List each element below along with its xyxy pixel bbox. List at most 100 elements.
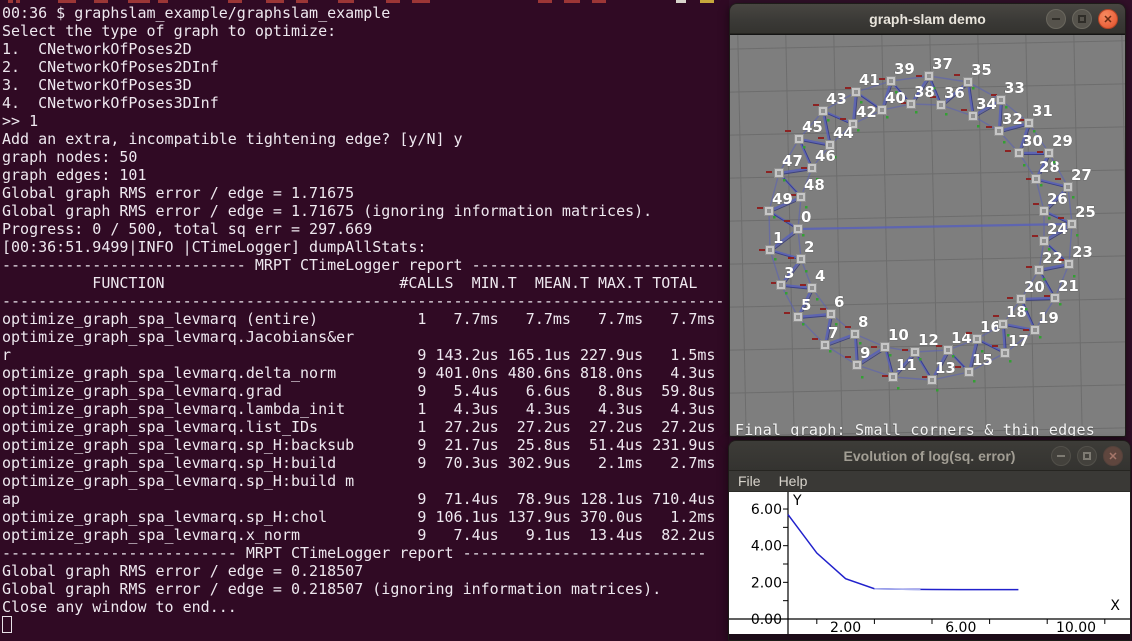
graph-node-label: 27 bbox=[1071, 166, 1092, 184]
graph-node-label: 25 bbox=[1075, 203, 1096, 221]
graph-node-label: 46 bbox=[815, 147, 836, 165]
x-tick-label: 2.00 bbox=[830, 620, 861, 634]
graph-node-label: 23 bbox=[1072, 243, 1093, 261]
terminal-partial-text-fragment bbox=[296, 0, 308, 3]
graph-node-label: 49 bbox=[772, 190, 793, 208]
graph-node-label: 20 bbox=[1024, 278, 1045, 296]
maximize-icon bbox=[1083, 452, 1091, 460]
graph-node-label: 34 bbox=[976, 95, 997, 113]
plot-window-controls bbox=[1051, 446, 1123, 466]
minimize-icon bbox=[1057, 455, 1065, 457]
graph-node-label: 21 bbox=[1058, 277, 1079, 295]
graph-node-label: 13 bbox=[935, 359, 956, 377]
graph-node-label: 42 bbox=[856, 103, 877, 121]
close-icon bbox=[1108, 447, 1117, 465]
graph-node-label: 11 bbox=[896, 356, 917, 374]
graph-node-label: 29 bbox=[1052, 132, 1073, 150]
terminal-partial-text-fragment bbox=[158, 0, 168, 3]
close-icon bbox=[1103, 10, 1112, 28]
terminal-partial-text-fragment bbox=[228, 0, 242, 3]
graph-node-label: 16 bbox=[980, 318, 1001, 336]
graph-node-label: 47 bbox=[782, 152, 803, 170]
graph-node-label: 30 bbox=[1022, 132, 1043, 150]
y-tick-label: 0.00 bbox=[751, 612, 782, 628]
graph-node-label: 35 bbox=[971, 61, 992, 79]
maximize-icon bbox=[1078, 15, 1086, 23]
graph-node-label: 31 bbox=[1032, 102, 1053, 120]
close-button[interactable] bbox=[1103, 446, 1123, 466]
terminal-partial-text-fragment bbox=[386, 0, 400, 3]
terminal-window[interactable]: 00:36 $ graphslam_example/graphslam_exam… bbox=[0, 0, 729, 641]
graph-node-label: 40 bbox=[885, 89, 906, 107]
graph-node-label: 37 bbox=[932, 55, 953, 73]
graph-node-label: 5 bbox=[801, 296, 811, 314]
graph-node-label: 36 bbox=[944, 84, 965, 102]
graph-node-label: 6 bbox=[834, 293, 844, 311]
graph-node-label: 48 bbox=[804, 176, 825, 194]
menu-help[interactable]: Help bbox=[779, 473, 808, 489]
graph-legend: Final graph: Small corners & thin edges … bbox=[735, 388, 1095, 437]
terminal-partial-text-fragment bbox=[94, 0, 108, 3]
graph-node-label: 9 bbox=[860, 344, 870, 362]
graph-node-label: 33 bbox=[1004, 79, 1025, 97]
plot-window: Evolution of log(sq. error) File Help 2.… bbox=[728, 440, 1131, 641]
plot-canvas[interactable]: 2.006.0010.000.002.004.006.00YX bbox=[729, 492, 1130, 634]
minimize-button[interactable] bbox=[1051, 446, 1071, 466]
graph-node-label: 12 bbox=[918, 331, 939, 349]
graph-node-label: 15 bbox=[972, 351, 993, 369]
minimize-button[interactable] bbox=[1046, 9, 1066, 29]
graph-node-label: 22 bbox=[1042, 249, 1063, 267]
terminal-partial-text-fragment bbox=[700, 0, 714, 3]
graph-node-label: 0 bbox=[801, 208, 811, 226]
graphslam-window-controls bbox=[1046, 9, 1118, 29]
terminal-partial-text-fragment bbox=[338, 0, 354, 3]
plot-menubar: File Help bbox=[729, 471, 1130, 492]
plot-titlebar[interactable]: Evolution of log(sq. error) bbox=[729, 441, 1130, 471]
graph-node-label: 28 bbox=[1039, 158, 1060, 176]
graph-node-label: 19 bbox=[1038, 309, 1059, 327]
menu-file[interactable]: File bbox=[738, 473, 761, 489]
graphslam-window-title: graph-slam demo bbox=[869, 11, 986, 27]
y-tick-label: 6.00 bbox=[751, 502, 782, 518]
close-button[interactable] bbox=[1098, 9, 1118, 29]
graph-node-label: 2 bbox=[804, 238, 814, 256]
terminal-partial-text-fragment bbox=[266, 0, 284, 3]
maximize-button[interactable] bbox=[1077, 446, 1097, 466]
graph-node-label: 1 bbox=[773, 229, 783, 247]
maximize-button[interactable] bbox=[1072, 9, 1092, 29]
graph-node-label: 3 bbox=[784, 264, 794, 282]
terminal-partial-text-fragment bbox=[564, 0, 580, 3]
terminal-partial-text-fragment bbox=[16, 0, 20, 3]
graphslam-window: graph-slam demo 012345678910111213141516… bbox=[729, 3, 1126, 437]
terminal-text: 00:36 $ graphslam_example/graphslam_exam… bbox=[2, 4, 724, 616]
terminal-partial-text-fragment bbox=[412, 0, 430, 3]
graph-node-label: 45 bbox=[802, 118, 823, 136]
x-tick-label: 10.00 bbox=[1056, 620, 1096, 634]
graph-node-label: 17 bbox=[1008, 332, 1029, 350]
plot-window-bottom-edge bbox=[729, 634, 1130, 640]
graph-node-label: 18 bbox=[1006, 303, 1027, 321]
error-plot: 2.006.0010.000.002.004.006.00YX bbox=[729, 492, 1131, 634]
terminal-cursor bbox=[2, 616, 12, 633]
graph-viewport[interactable]: 0123456789101112131415161718192021222324… bbox=[730, 34, 1125, 436]
graph-node-label: 24 bbox=[1047, 220, 1068, 238]
graph-node-label: 38 bbox=[914, 83, 935, 101]
graph-node-label: 8 bbox=[858, 313, 868, 331]
desktop: 00:36 $ graphslam_example/graphslam_exam… bbox=[0, 0, 1132, 641]
minimize-icon bbox=[1052, 18, 1060, 20]
terminal-partial-text-fragment bbox=[592, 0, 606, 3]
x-axis-label: X bbox=[1110, 598, 1120, 614]
plot-window-title: Evolution of log(sq. error) bbox=[844, 448, 1016, 464]
graph-node-label: 4 bbox=[815, 267, 825, 285]
graph-node-label: 44 bbox=[833, 124, 854, 142]
graph-node-label: 32 bbox=[1002, 110, 1023, 128]
terminal-partial-text-fragment bbox=[58, 0, 76, 3]
terminal-partial-text-fragment bbox=[676, 0, 686, 3]
y-tick-label: 4.00 bbox=[751, 539, 782, 555]
error-curve bbox=[788, 515, 1018, 590]
y-tick-label: 2.00 bbox=[751, 575, 782, 591]
graph-node-label: 7 bbox=[828, 324, 838, 342]
graphslam-titlebar[interactable]: graph-slam demo bbox=[730, 4, 1125, 34]
graph-node-label: 43 bbox=[826, 90, 847, 108]
terminal-partial-text-fragment bbox=[128, 0, 150, 3]
